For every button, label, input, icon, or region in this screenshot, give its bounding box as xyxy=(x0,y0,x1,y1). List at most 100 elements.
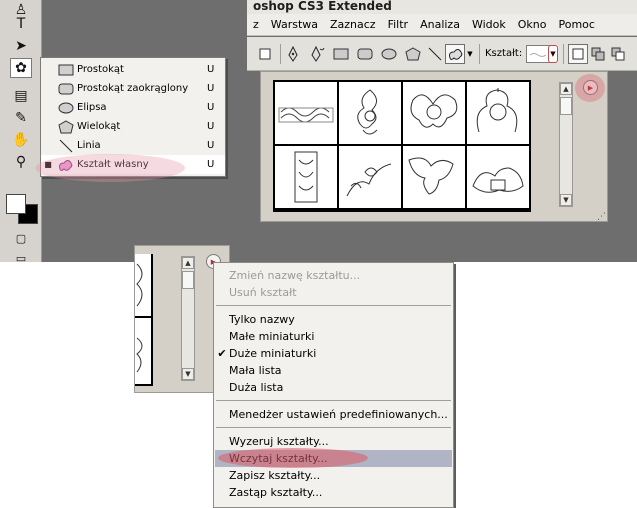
subtract-from-shape-area-icon[interactable] xyxy=(608,44,628,64)
fill-pixels-icon[interactable] xyxy=(255,44,275,64)
context-menu-item[interactable]: Menedżer ustawień predefiniowanych... xyxy=(215,406,452,423)
flyout-item-polygon[interactable]: Wielokąt U xyxy=(41,117,225,136)
flyout-item-line[interactable]: Linia U xyxy=(41,136,225,155)
shape-thumbnail[interactable] xyxy=(339,82,401,144)
shape-thumb-partial[interactable] xyxy=(135,318,151,384)
ellipse-option-icon[interactable] xyxy=(379,44,399,64)
flyout-item-label: Prostokąt zaokrąglony xyxy=(77,83,189,94)
context-menu-item[interactable]: Wyzeruj kształty... xyxy=(215,433,452,450)
flyout-item-ellipse[interactable]: Elipsa U xyxy=(41,98,225,117)
add-to-shape-area-icon[interactable] xyxy=(588,44,608,64)
flyout-shortcut-key: U xyxy=(207,64,215,75)
flyout-item-rectangle[interactable]: Prostokąt U xyxy=(41,60,225,79)
context-menu-item-label: Zmień nazwę kształtu... xyxy=(229,269,361,282)
shape-picker-menu: Zmień nazwę kształtu... Usuń kształt Tylko… xyxy=(213,262,454,508)
rectangle-option-icon[interactable] xyxy=(331,44,351,64)
context-menu-item-label: Usuń kształt xyxy=(229,286,297,299)
shape-options-chevron-icon[interactable]: ▼ xyxy=(465,44,475,64)
scroll-up-icon[interactable]: ▲ xyxy=(182,257,194,269)
foreground-color-swatch[interactable] xyxy=(6,194,26,214)
menu-zaznacz[interactable]: Zaznacz xyxy=(324,18,382,31)
line-icon xyxy=(55,139,77,153)
context-menu-item-label: Małe miniaturki xyxy=(229,330,315,343)
context-menu-item[interactable]: Duże miniaturki ✔ xyxy=(215,345,452,362)
fragment-scrollbar[interactable]: ▲ ▼ xyxy=(181,256,195,381)
shape-thumbnail[interactable] xyxy=(403,146,465,208)
highlight-marker xyxy=(35,154,185,182)
context-menu-item-label: Mała lista xyxy=(229,364,282,377)
resize-grip-icon[interactable]: ⋰ xyxy=(597,212,606,222)
window-title: oshop CS3 Extended xyxy=(247,0,637,14)
type-tool-icon[interactable]: T xyxy=(10,14,32,34)
toolbox: ♙ T ➤ ✿ ▤ ✎ ✋ ⚲ ▢ ▭ xyxy=(0,0,42,262)
flyout-item-label: Linia xyxy=(77,140,101,151)
context-menu-item[interactable]: Mała lista xyxy=(215,362,452,379)
context-menu-item-label: Tylko nazwy xyxy=(229,313,295,326)
menu-warstwa[interactable]: Warstwa xyxy=(265,18,324,31)
zoom-tool-icon[interactable]: ⚲ xyxy=(10,152,32,172)
screen-mode-icon[interactable]: ▭ xyxy=(10,248,32,263)
context-menu-item[interactable]: Duża lista xyxy=(215,379,452,396)
notes-tool-icon[interactable]: ▤ xyxy=(10,86,32,106)
shape-picker-dropdown[interactable]: ▼ xyxy=(548,45,558,63)
shape-thumbnail[interactable] xyxy=(467,146,529,208)
eyedropper-tool-icon[interactable]: ✎ xyxy=(10,108,32,128)
rounded-rectangle-option-icon[interactable] xyxy=(355,44,375,64)
flyout-shortcut-key: U xyxy=(207,159,215,170)
pen-tool-icon[interactable] xyxy=(283,44,303,64)
flyout-shortcut-key: U xyxy=(207,83,215,94)
shape-thumbnail[interactable] xyxy=(275,82,337,144)
menu-separator xyxy=(216,305,451,306)
path-selection-tool-icon[interactable]: ➤ xyxy=(10,36,32,56)
custom-shape-tool-icon[interactable]: ✿ xyxy=(10,58,32,78)
line-option-icon[interactable] xyxy=(425,44,445,64)
context-menu-item-label: Menedżer ustawień predefiniowanych... xyxy=(229,408,448,421)
context-menu-item[interactable]: Zastąp kształty... xyxy=(215,484,452,501)
hand-tool-icon[interactable]: ✋ xyxy=(10,130,32,150)
context-menu-item[interactable]: Zapisz kształty... xyxy=(215,467,452,484)
quick-mask-icon[interactable]: ▢ xyxy=(10,228,32,248)
rectangle-icon xyxy=(55,64,77,76)
scroll-thumb[interactable] xyxy=(182,271,194,289)
shape-thumbnail[interactable] xyxy=(275,146,337,208)
menu-bar: z Warstwa Zaznacz Filtr Analiza Widok Okno Pomo… xyxy=(247,14,637,36)
options-screenshot: oshop CS3 Extended z Warstwa Zaznacz Filtr A… xyxy=(247,0,637,262)
shape-thumbnail[interactable] xyxy=(403,82,465,144)
scroll-down-icon[interactable]: ▼ xyxy=(182,368,194,380)
context-menu-item-label: Duże miniaturki xyxy=(229,347,317,360)
menu-okno[interactable]: Okno xyxy=(512,18,553,31)
menu-analiza[interactable]: Analiza xyxy=(414,18,466,31)
context-menu-screenshot: ▲ ▼ ▶ Zmień nazwę kształtu...Usuń kształ… xyxy=(134,245,460,508)
context-menu-item-label: Zastąp kształty... xyxy=(229,486,323,499)
scroll-down-icon[interactable]: ▼ xyxy=(560,194,572,206)
menu-filtr[interactable]: Filtr xyxy=(382,18,414,31)
custom-shape-option-icon[interactable] xyxy=(445,44,465,64)
flyout-shortcut-key: U xyxy=(207,140,215,151)
scroll-thumb[interactable] xyxy=(560,97,572,115)
menu-partial[interactable]: z xyxy=(247,18,265,31)
flyout-item-rounded-rectangle[interactable]: Prostokąt zaokrąglony U xyxy=(41,79,225,98)
context-menu-item: Usuń kształt xyxy=(215,284,452,301)
shape-thumbnail[interactable] xyxy=(339,146,401,208)
context-menu-item[interactable]: Tylko nazwy xyxy=(215,311,452,328)
new-shape-layer-icon[interactable] xyxy=(568,44,588,64)
scroll-up-icon[interactable]: ▲ xyxy=(560,83,572,95)
flyout-shortcut-key: U xyxy=(207,121,215,132)
polygon-option-icon[interactable] xyxy=(403,44,423,64)
context-menu-item-label: Wyzeruj kształty... xyxy=(229,435,329,448)
rounded-rectangle-icon xyxy=(55,83,77,95)
color-swatches[interactable] xyxy=(6,194,38,224)
shape-tool-flyout: Prostokąt U Prostokąt zaokrąglony U Elipsa U W… xyxy=(35,57,226,182)
highlight-marker xyxy=(218,448,368,468)
menu-widok[interactable]: Widok xyxy=(466,18,512,31)
shape-thumb-partial[interactable] xyxy=(135,254,151,316)
context-menu-item[interactable]: Małe miniaturki xyxy=(215,328,452,345)
custom-shape-picker: ▲ ▼ ▶ ⋰ xyxy=(260,71,608,222)
menu-separator xyxy=(216,400,451,401)
freeform-pen-tool-icon[interactable] xyxy=(307,44,327,64)
ellipse-icon xyxy=(55,102,77,114)
shape-thumbnail[interactable] xyxy=(467,82,529,144)
shape-picker-scrollbar[interactable]: ▲ ▼ xyxy=(559,82,573,207)
menu-pomoc[interactable]: Pomoc xyxy=(552,18,600,31)
flyout-item-label: Wielokąt xyxy=(77,121,121,132)
